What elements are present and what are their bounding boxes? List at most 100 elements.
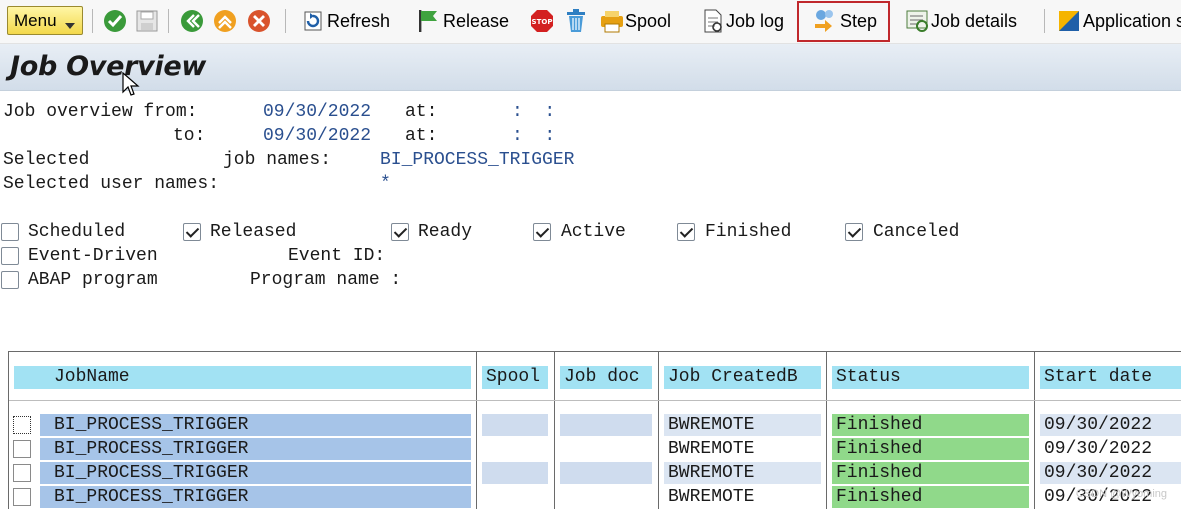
refresh-label: Refresh [327,10,391,31]
refresh-icon [304,11,322,31]
column-divider [826,351,827,509]
toolbar-separator [92,9,93,33]
enter-button[interactable] [102,4,128,38]
cell-spool[interactable] [482,462,548,484]
application-toolbar: Menu Refresh Release STOP Spool Job log [0,0,1181,44]
cell-start-date[interactable]: 09/30/2022 [1040,414,1181,436]
spool-button[interactable]: Spool [599,4,671,38]
spool-icon [601,11,623,33]
step-label: Step [840,10,878,31]
cell-created-by[interactable]: BWREMOTE [664,414,821,436]
cell-created-by[interactable]: BWREMOTE [664,438,821,460]
job-names-value[interactable]: BI_PROCESS_TRIGGER [380,150,574,170]
exit-button[interactable] [212,4,238,38]
from-time-field[interactable]: : : [512,102,555,122]
cell-start-date[interactable]: 09/30/2022 [1040,438,1181,460]
toolbar-separator [1044,9,1045,33]
column-header-job-doc[interactable]: Job doc [560,366,652,389]
released-label: Released [210,222,297,242]
user-names-value[interactable]: * [380,174,391,194]
back-button[interactable] [179,4,205,38]
exit-icon [214,10,236,32]
cell-job-name[interactable]: BI_PROCESS_TRIGGER [40,486,471,508]
cell-job-doc[interactable] [560,438,652,460]
menu-button[interactable]: Menu [7,6,83,35]
canceled-label: Canceled [873,222,960,242]
toolbar-separator [285,9,286,33]
cell-created-by[interactable]: BWREMOTE [664,462,821,484]
abap-program-checkbox[interactable] [1,271,19,289]
column-header-start-date[interactable]: Start date [1040,366,1181,389]
released-checkbox[interactable] [183,223,201,241]
active-checkbox[interactable] [533,223,551,241]
release-button[interactable]: Release [416,4,509,38]
stop-button[interactable]: STOP [530,4,554,38]
event-id-label: Event ID: [288,246,386,266]
column-header-spool[interactable]: Spool [482,366,548,389]
cell-job-name[interactable]: BI_PROCESS_TRIGGER [40,462,471,484]
cell-status[interactable]: Finished [832,462,1029,484]
to-at-label: at: [405,126,438,146]
cell-spool[interactable] [482,486,548,508]
ready-checkbox[interactable] [391,223,409,241]
delete-button[interactable] [563,4,589,38]
column-divider [658,351,659,509]
watermark: CSDN @Wyoming [1075,488,1167,500]
refresh-button[interactable]: Refresh [301,4,390,38]
row-select-checkbox[interactable] [13,464,31,482]
cell-status[interactable]: Finished [832,438,1029,460]
cell-start-date[interactable]: 09/30/2022 [1040,462,1181,484]
menu-button-label: Menu [14,10,57,30]
step-icon [815,10,833,32]
job-log-button[interactable]: Job log [702,4,784,38]
event-driven-label: Event-Driven [28,246,158,266]
save-icon [136,10,158,32]
cell-job-name[interactable]: BI_PROCESS_TRIGGER [40,438,471,460]
cancel-button[interactable] [246,4,272,38]
step-button[interactable]: Step [812,4,877,38]
finished-label: Finished [705,222,792,242]
save-button[interactable] [135,4,159,38]
cell-status[interactable]: Finished [832,414,1029,436]
cancel-icon [248,10,270,32]
cell-created-by[interactable]: BWREMOTE [664,486,821,508]
column-header-created-by[interactable]: Job CreatedB [664,366,821,389]
cell-job-doc[interactable] [560,486,652,508]
job-log-label: Job log [726,10,785,31]
scheduled-label: Scheduled [28,222,126,242]
column-header-status[interactable]: Status [832,366,1029,389]
release-label: Release [443,10,510,31]
svg-text:STOP: STOP [532,18,553,26]
job-details-button[interactable]: Job details [905,4,1017,38]
canceled-checkbox[interactable] [845,223,863,241]
to-date-field[interactable]: 09/30/2022 [263,126,371,146]
spool-label: Spool [625,10,672,31]
active-label: Active [561,222,626,242]
cell-job-doc[interactable] [560,414,652,436]
to-label: to: [173,126,206,146]
row-select-checkbox[interactable] [13,488,31,506]
title-bar: Job Overview [0,44,1181,91]
cell-job-doc[interactable] [560,462,652,484]
column-header-jobname[interactable]: JobName [14,366,471,389]
chevron-down-icon [64,22,75,29]
job-details-label: Job details [931,10,1018,31]
cell-spool[interactable] [482,414,548,436]
scheduled-checkbox[interactable] [1,223,19,241]
abap-program-label: ABAP program [28,270,158,290]
back-icon [181,10,203,32]
finished-checkbox[interactable] [677,223,695,241]
from-at-label: at: [405,102,438,122]
event-driven-checkbox[interactable] [1,247,19,265]
cell-status[interactable]: Finished [832,486,1029,508]
cell-job-name[interactable]: BI_PROCESS_TRIGGER [40,414,471,436]
application-servers-button[interactable]: Application s [1058,4,1181,38]
from-date-field[interactable]: 09/30/2022 [263,102,371,122]
to-time-field[interactable]: : : [512,126,555,146]
row-select-checkbox[interactable] [13,416,31,434]
program-name-label: Program name : [250,270,402,290]
user-names-label: Selected user names: [3,174,220,194]
row-select-checkbox[interactable] [13,440,31,458]
ready-label: Ready [418,222,473,242]
cell-spool[interactable] [482,438,548,460]
